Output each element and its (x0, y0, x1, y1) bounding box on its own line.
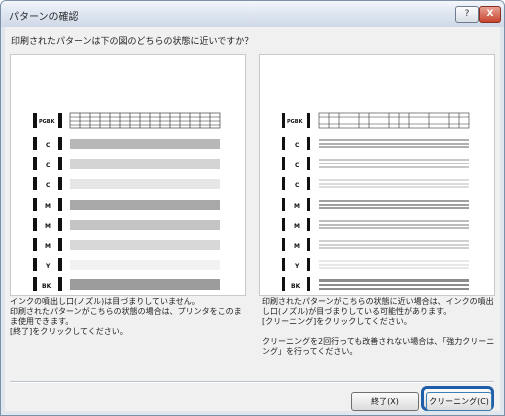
svg-text:BK: BK (291, 283, 301, 290)
color-block-pgbk (33, 113, 37, 128)
close-button[interactable]: X (479, 6, 501, 23)
clogged-description: 印刷されたパターンがこちらの状態に近い場合は、インクの噴出し口(ノズル)が目づま… (262, 297, 495, 356)
row-m1: M (33, 198, 220, 211)
row-bk: BK (33, 277, 220, 291)
row-m2-r: M (282, 218, 469, 231)
pattern-panel-ok: PGBK C C C M M M Y BK (10, 54, 246, 296)
pattern-label-pgbk: PGBK (39, 119, 56, 125)
row-c3-r: C (282, 177, 469, 190)
dialog-title: パターンの確認 (9, 12, 79, 23)
row-y: Y (33, 258, 220, 271)
svg-text:C: C (46, 182, 51, 189)
question-text: 印刷されたパターンは下の図のどちらの状態に近いですか？ (11, 37, 254, 47)
svg-text:Y: Y (45, 263, 51, 270)
end-button[interactable]: 終了(X) (351, 392, 419, 411)
ok-description: インクの噴出し口(ノズル)は目づまりしていません。 印刷されたパターンがこちらの… (10, 297, 242, 336)
dialog-body: 印刷されたパターンは下の図のどちらの状態に近いですか？ PGBK C C C M… (5, 27, 500, 411)
svg-text:C: C (295, 142, 300, 149)
help-button[interactable]: ? (455, 6, 479, 23)
nozzle-pattern-clogged: PGBK C C C M M M Y BK (282, 112, 470, 291)
svg-text:M: M (294, 223, 300, 230)
row-c1-r: C (282, 137, 469, 150)
svg-text:M: M (45, 203, 51, 210)
svg-text:C: C (295, 182, 300, 189)
row-m3: M (33, 238, 220, 251)
nozzle-pattern-ok: PGBK C C C M M M Y BK (33, 112, 221, 291)
svg-text:C: C (295, 162, 300, 169)
cleaning-button[interactable]: クリーニング(C) (426, 392, 492, 411)
row-y-r: Y (282, 258, 469, 271)
svg-text:Y: Y (294, 263, 300, 270)
separator (10, 381, 494, 383)
row-c2-r: C (282, 157, 469, 170)
row-m2: M (33, 218, 220, 231)
grid-pattern-pgbk (69, 112, 221, 129)
row-m1-r: M (282, 198, 469, 211)
row-c2: C (33, 157, 220, 170)
row-m3-r: M (282, 238, 469, 251)
title-bar[interactable]: パターンの確認 ? X (1, 1, 504, 27)
dialog-window: パターンの確認 ? X 印刷されたパターンは下の図のどちらの状態に近いですか？ … (0, 0, 505, 416)
svg-text:M: M (45, 243, 51, 250)
row-bk-r: BK (282, 277, 469, 291)
svg-text:C: C (46, 142, 51, 149)
color-block-pgbk-end (58, 113, 62, 128)
row-c1: C (33, 137, 220, 150)
pattern-panel-clogged: PGBK C C C M M M Y BK (259, 54, 495, 296)
svg-text:BK: BK (42, 283, 52, 290)
svg-text:C: C (46, 162, 51, 169)
svg-text:M: M (45, 223, 51, 230)
pattern-label-pgbk-r: PGBK (287, 119, 304, 125)
row-c3: C (33, 177, 220, 190)
grid-pattern-pgbk-r (318, 112, 470, 129)
svg-text:M: M (294, 243, 300, 250)
svg-text:M: M (294, 203, 300, 210)
